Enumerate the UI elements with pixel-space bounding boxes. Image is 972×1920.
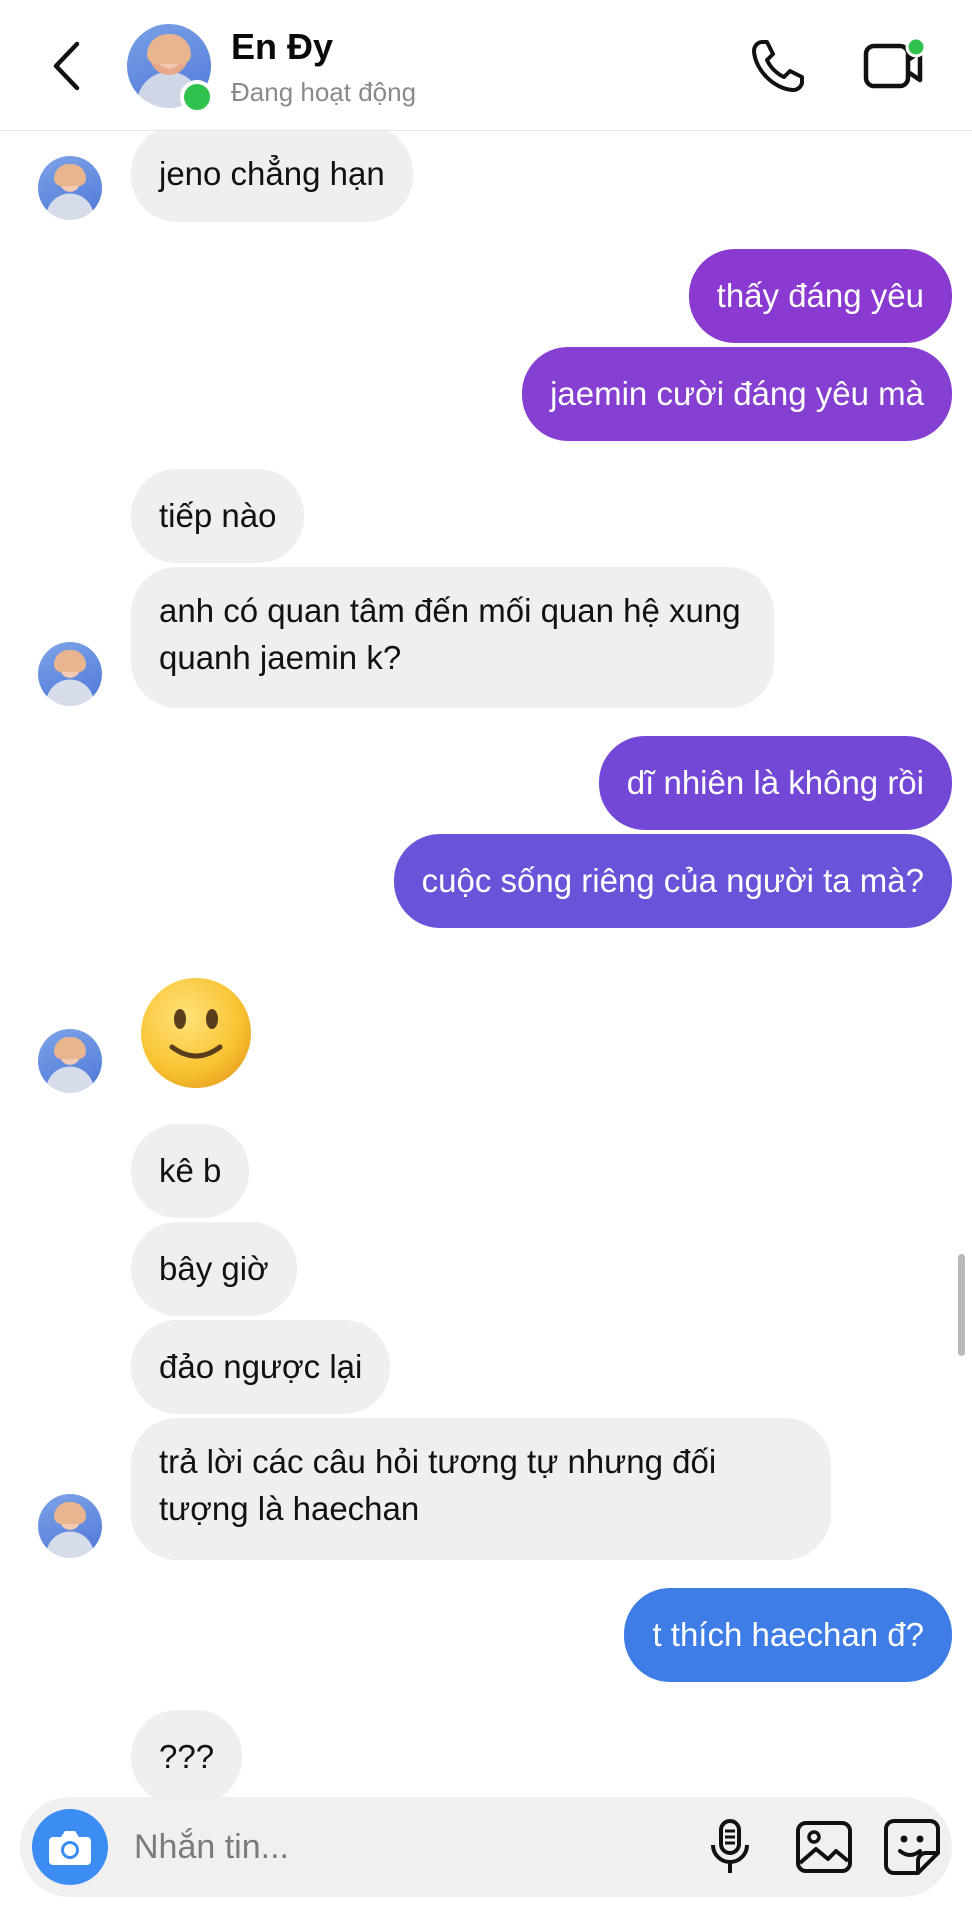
incoming-message[interactable]: ??? xyxy=(131,1710,243,1804)
sender-avatar[interactable] xyxy=(38,1494,102,1558)
contact-name[interactable]: En Đy xyxy=(231,26,333,68)
phone-icon xyxy=(752,40,804,92)
online-indicator xyxy=(180,80,214,114)
incoming-message[interactable]: đảo ngược lại xyxy=(131,1320,391,1414)
incoming-message[interactable]: kê b xyxy=(131,1124,250,1218)
outgoing-message[interactable]: t thích haechan đ? xyxy=(624,1588,952,1682)
message-composer xyxy=(20,1797,952,1897)
microphone-icon xyxy=(711,1819,749,1873)
gallery-icon xyxy=(796,1821,852,1873)
video-call-button[interactable] xyxy=(862,34,928,96)
contact-status: Đang hoạt động xyxy=(231,77,417,107)
scrollbar[interactable] xyxy=(958,1254,965,1356)
video-camera-icon xyxy=(863,36,927,89)
voice-message-button[interactable] xyxy=(700,1817,760,1877)
chevron-left-icon xyxy=(53,41,80,91)
outgoing-message[interactable]: jaemin cười đáng yêu mà xyxy=(522,347,952,441)
incoming-message[interactable]: tiếp nào xyxy=(131,469,305,563)
outgoing-message[interactable]: dĩ nhiên là không rồi xyxy=(598,736,952,830)
incoming-message[interactable]: trả lời các câu hỏi tương tự nhưng đối t… xyxy=(131,1418,831,1560)
camera-button[interactable] xyxy=(32,1809,108,1885)
sticker-button[interactable] xyxy=(882,1817,942,1877)
slightly-smiling-face-emoji[interactable] xyxy=(138,975,254,1091)
incoming-message[interactable]: anh có quan tâm đến mối quan hệ xung qua… xyxy=(131,567,774,708)
outgoing-message[interactable]: thấy đáng yêu xyxy=(688,249,952,343)
voice-call-button[interactable] xyxy=(748,36,808,96)
sender-avatar[interactable] xyxy=(38,156,102,220)
sender-avatar[interactable] xyxy=(38,1029,102,1093)
chat-header: En Đy Đang hoạt động xyxy=(0,0,972,131)
outgoing-message[interactable]: cuộc sống riêng của người ta mà? xyxy=(393,834,952,928)
gallery-button[interactable] xyxy=(794,1817,854,1877)
sticker-icon xyxy=(884,1819,940,1875)
back-button[interactable] xyxy=(44,38,88,94)
incoming-message[interactable]: jeno chẳng hạn xyxy=(131,126,413,222)
camera-icon xyxy=(49,1831,91,1865)
incoming-message[interactable]: bây giờ xyxy=(131,1222,297,1316)
message-input[interactable] xyxy=(132,1821,656,1873)
sender-avatar[interactable] xyxy=(38,642,102,706)
